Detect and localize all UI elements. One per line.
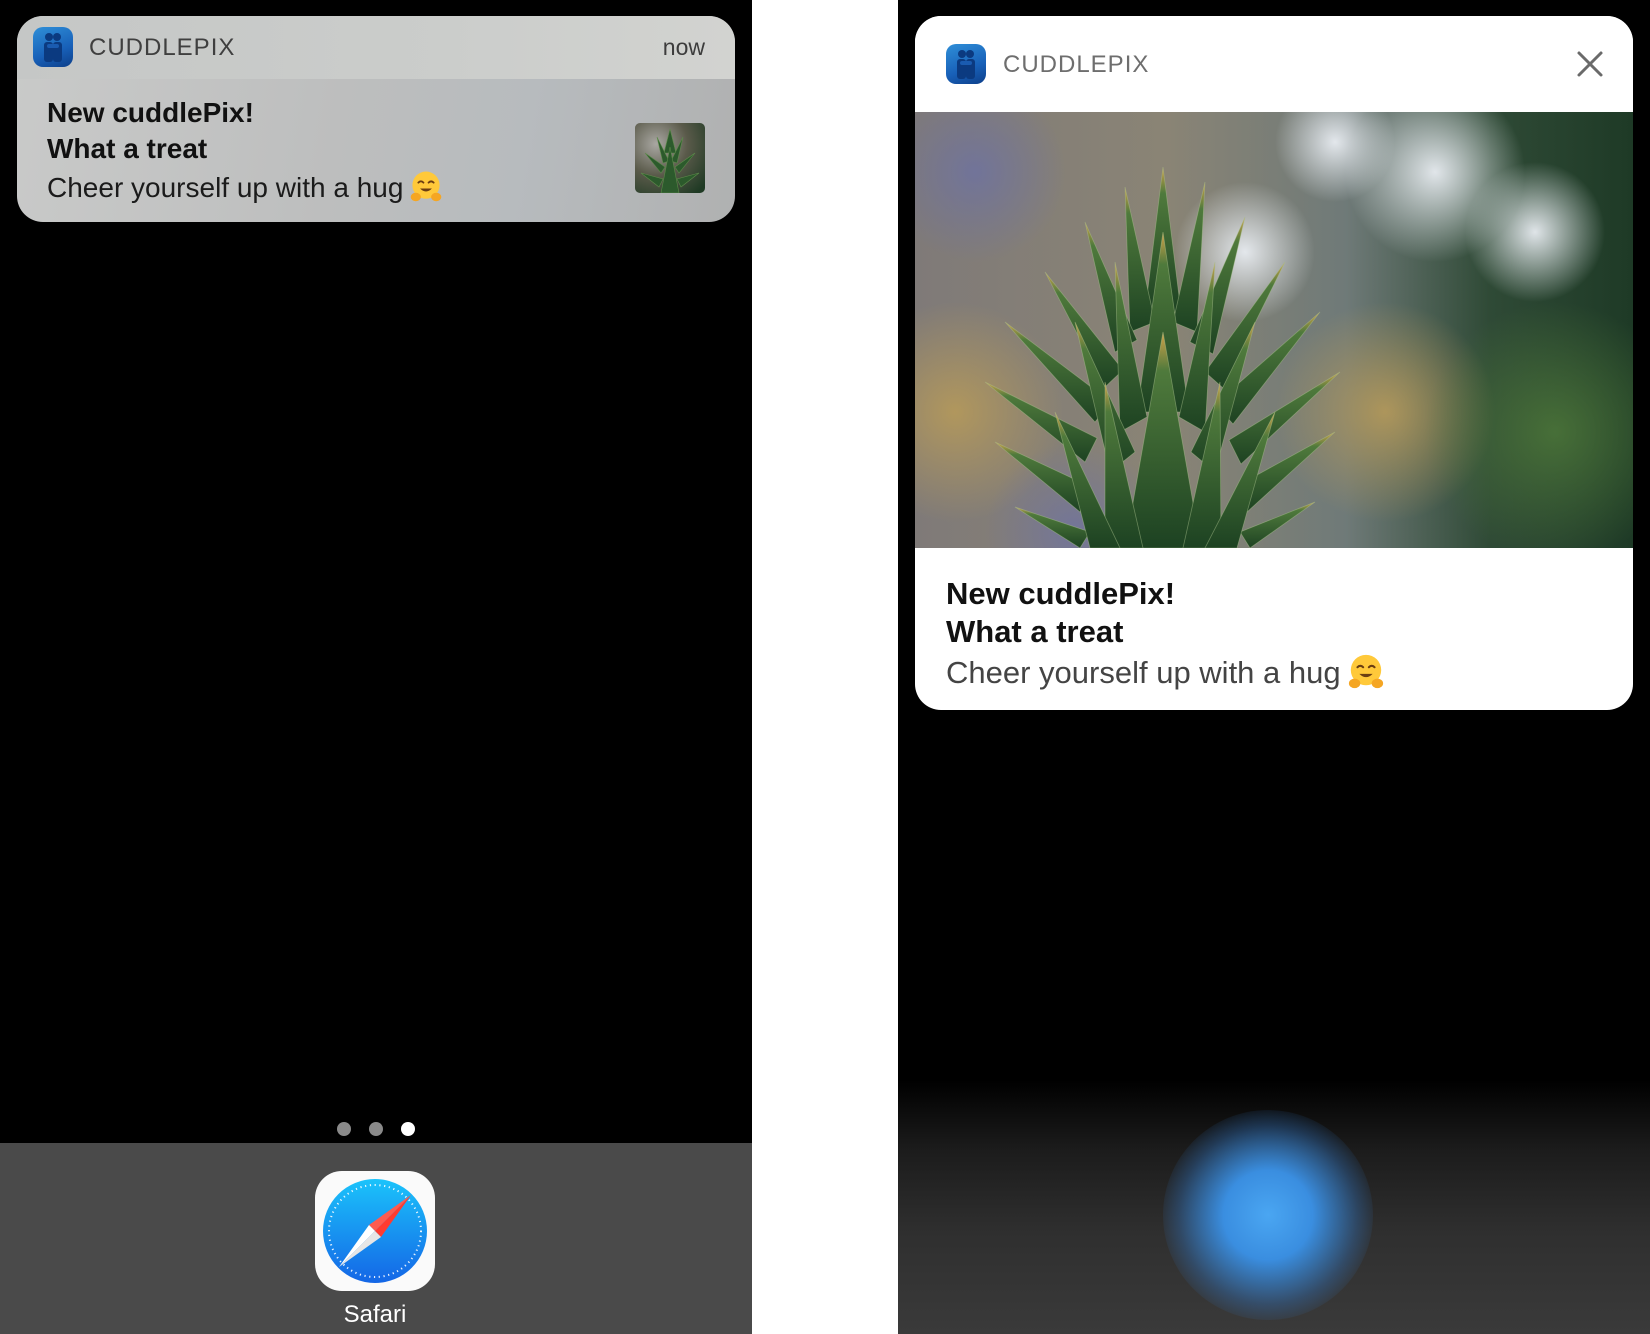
notification-subtitle: What a treat [47,133,208,164]
notification-thumbnail [635,123,705,193]
app-name: CUDDLEPIX [1003,51,1150,78]
hugging-face-emoji [1348,654,1383,689]
expanded-notification-header: CUDDLEPIX [915,16,1633,113]
expanded-notification[interactable]: CUDDLEPIX New cuddlePix! What a treat Ch… [915,16,1633,710]
home-screen: CUDDLEPIX now New cuddlePix! What a trea… [0,0,752,1334]
expanded-notification-screen: CUDDLEPIX New cuddlePix! What a treat Ch… [898,0,1650,1334]
safari-label: Safari [343,1301,407,1328]
hugging-face-emoji [411,171,442,202]
notification-time: now [662,34,705,60]
app-name: CUDDLEPIX [89,34,236,61]
cuddlepix-app-icon [33,27,73,67]
notification-title: New cuddlePix! [946,576,1176,611]
close-icon [1577,51,1603,77]
notification-banner[interactable]: CUDDLEPIX now New cuddlePix! What a trea… [17,16,735,222]
notification-body: Cheer yourself up with a hug [47,169,443,204]
page-dot-2 [369,1122,383,1136]
safari-app-icon[interactable] [315,1171,435,1291]
notification-body: Cheer yourself up with a hug [946,652,1385,691]
page-indicator[interactable] [337,1122,417,1138]
notification-title: New cuddlePix! [47,97,254,128]
notification-body-text: Cheer yourself up with a hug [47,172,404,203]
notification-header: CUDDLEPIX now [17,16,735,79]
notification-attachment-image [915,112,1633,548]
dock: Safari [0,1143,752,1334]
notification-body-text: Cheer yourself up with a hug [946,655,1341,690]
page-dot-1 [337,1122,351,1136]
safari-compass-icon [323,1179,427,1283]
close-button[interactable] [1575,49,1605,79]
notification-subtitle: What a treat [946,614,1124,649]
cuddlepix-app-icon [946,44,986,84]
page-dot-3-current [401,1122,415,1136]
blurred-safari-glow [1163,1110,1373,1320]
